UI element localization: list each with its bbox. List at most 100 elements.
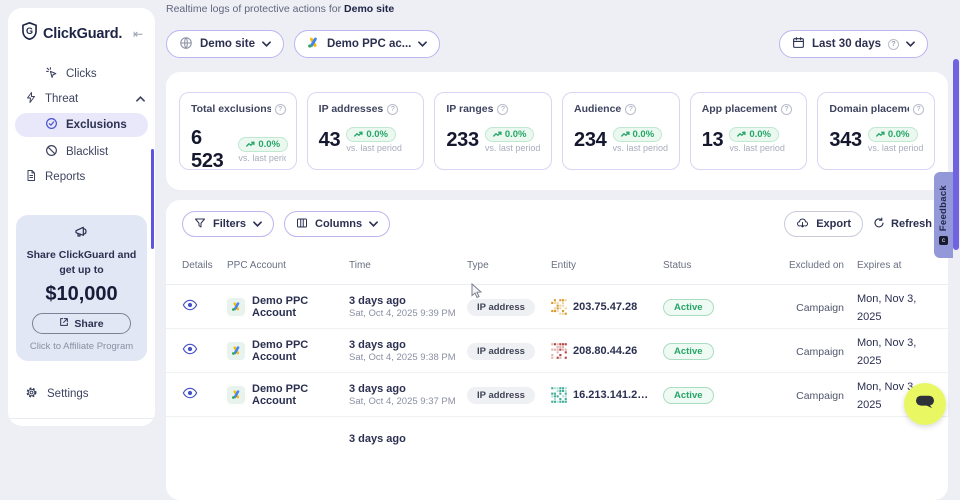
status-badge: Active [663, 343, 714, 360]
entity-value: 208.80.44.26 [573, 345, 637, 357]
chevron-down-icon [369, 218, 378, 230]
sidebar-item-blacklist[interactable]: Blacklist [8, 139, 155, 164]
logo-text: ClickGuard. [43, 26, 128, 42]
share-button[interactable]: Share [32, 313, 130, 334]
nav-label: Clicks [66, 68, 97, 80]
trend-value: 0.0% [366, 129, 388, 140]
chevron-down-icon [253, 218, 262, 230]
sidebar-scrollbar[interactable] [151, 149, 154, 249]
export-button[interactable]: Export [784, 211, 863, 237]
ppc-account-name: Demo PPC Account [252, 295, 349, 319]
info-icon[interactable]: ? [781, 104, 792, 115]
account-switcher[interactable]: NA gmail.com naatali.ro@gmail.com [8, 419, 155, 426]
stat-value: 43 [319, 129, 341, 152]
table-header-row: Details PPC Account Time Type Entity Sta… [166, 247, 948, 285]
stat-card: IP ranges ? 233 0.0% vs. last period [434, 92, 552, 170]
stat-caption: vs. last period [613, 143, 669, 153]
megaphone-icon [74, 226, 90, 243]
chevron-down-icon [418, 38, 427, 50]
columns-icon [296, 217, 308, 232]
sidebar-collapse-icon[interactable]: ⇤ [133, 27, 145, 41]
stat-card: Audience ? 234 0.0% vs. last period [562, 92, 680, 170]
info-icon[interactable]: ? [387, 104, 398, 115]
ppc-account-dropdown[interactable]: Demo PPC ac... [294, 30, 440, 58]
sidebar-item-reports[interactable]: Reports [8, 164, 155, 189]
time-relative: 3 days ago [349, 383, 467, 395]
page-subtitle: Realtime logs of protective actions for … [166, 3, 394, 15]
time-absolute: Sat, Oct 4, 2025 9:37 PM [349, 396, 467, 407]
table-row: Demo PPC Account 3 days ago Sat, Oct 4, … [166, 373, 948, 417]
export-label: Export [816, 218, 851, 230]
entity-cell: 203.75.47.28 [551, 299, 663, 315]
info-icon[interactable]: ? [625, 104, 636, 115]
table-row: 3 days ago [166, 417, 948, 461]
feedback-tab[interactable]: Feedback c [934, 172, 953, 258]
stat-caption: vs. last period [485, 143, 541, 153]
gear-icon [25, 386, 38, 402]
chat-widget-button[interactable] [904, 383, 946, 425]
trend-value: 0.0% [749, 129, 771, 140]
subtitle-target: Demo site [344, 3, 394, 15]
logo-row: G ClickGuard. ⇤ [8, 8, 155, 55]
filters-dropdown[interactable]: Filters [182, 211, 274, 237]
sidebar: G ClickGuard. ⇤ Clicks Threat Exclusions… [8, 8, 155, 426]
feedback-label: Feedback [938, 185, 949, 231]
ppc-account-cell: Demo PPC Account [227, 383, 349, 407]
view-details-button[interactable] [182, 343, 198, 355]
stat-value: 234 [574, 129, 606, 152]
header-type: Type [467, 260, 551, 271]
stat-caption: vs. last period [729, 143, 785, 153]
trend-value: 0.0% [505, 129, 527, 140]
promo-caption: Click to Affiliate Program [24, 341, 139, 352]
info-icon[interactable]: ? [913, 104, 924, 115]
filter-bar: Demo site Demo PPC ac... Last 30 days ? [166, 30, 928, 58]
promo-amount: $10,000 [24, 283, 139, 306]
site-filter-dropdown[interactable]: Demo site [166, 30, 284, 58]
time-absolute: Sat, Oct 4, 2025 9:39 PM [349, 308, 467, 319]
sidebar-item-threat[interactable]: Threat [8, 86, 155, 111]
check-circle-icon [45, 117, 58, 133]
trend-badge: 0.0% [485, 127, 535, 142]
trend-badge: 0.0% [729, 127, 779, 142]
stat-caption: vs. last period [346, 143, 402, 153]
google-ads-icon [227, 342, 245, 360]
header-time: Time [349, 260, 467, 271]
calendar-icon [792, 36, 805, 52]
sidebar-item-clicks[interactable]: Clicks [8, 61, 155, 86]
trend-value: 0.0% [888, 129, 910, 140]
stat-value: 6 523 [191, 127, 232, 173]
stat-caption: vs. last period [238, 153, 285, 163]
click-cursor-icon [45, 66, 58, 82]
page-scrollbar[interactable] [953, 59, 959, 250]
time-relative: 3 days ago [349, 339, 467, 351]
site-filter-label: Demo site [200, 38, 255, 50]
info-icon[interactable]: ? [497, 104, 508, 115]
trend-badge: 0.0% [238, 137, 288, 152]
settings-label: Settings [47, 388, 89, 400]
info-icon[interactable]: ? [275, 104, 286, 115]
chevron-up-icon [136, 93, 145, 105]
google-ads-icon [227, 386, 245, 404]
columns-dropdown[interactable]: Columns [284, 211, 390, 237]
view-details-button[interactable] [182, 387, 198, 399]
share-button-label: Share [74, 318, 103, 330]
sidebar-item-settings[interactable]: Settings [8, 382, 155, 406]
view-details-button[interactable] [182, 299, 198, 311]
crisp-logo-icon: c [939, 236, 948, 245]
time-absolute: Sat, Oct 4, 2025 9:38 PM [349, 352, 467, 363]
subtitle-prefix: Realtime logs of protective actions for [166, 3, 341, 15]
entity-identicon [551, 387, 567, 403]
refresh-icon [873, 217, 885, 232]
google-ads-icon [227, 298, 245, 316]
trend-badge: 0.0% [346, 127, 396, 142]
stat-label: Domain placement [829, 103, 909, 115]
sidebar-item-exclusions[interactable]: Exclusions [15, 113, 148, 137]
chevron-down-icon [262, 38, 271, 50]
refresh-button[interactable]: Refresh [873, 217, 932, 232]
affiliate-promo-card: Share ClickGuard and get up to $10,000 S… [16, 215, 147, 361]
excluded-on-value: Campaign [796, 346, 844, 358]
trend-badge: 0.0% [868, 127, 918, 142]
clickguard-dashboard: G ClickGuard. ⇤ Clicks Threat Exclusions… [0, 0, 960, 433]
entity-cell: 208.80.44.26 [551, 343, 663, 359]
date-range-dropdown[interactable]: Last 30 days ? [779, 30, 928, 58]
